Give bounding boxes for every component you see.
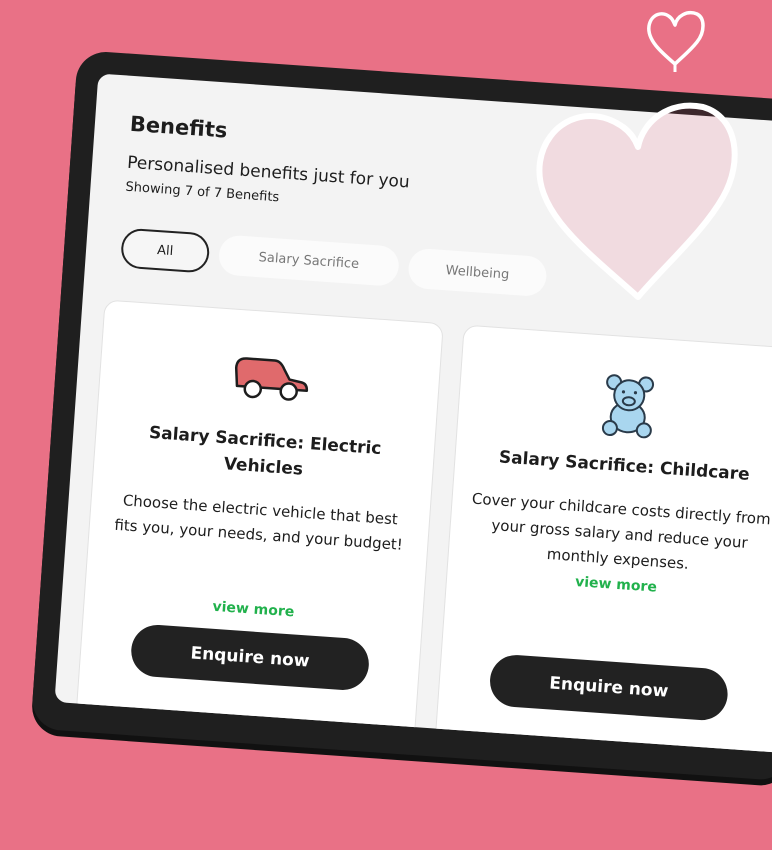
benefit-card-electric-vehicles: Salary Sacrifice: Electric Vehicles Choo…	[75, 299, 444, 740]
heart-small-icon	[647, 11, 705, 72]
card-description: Cover your childcare costs directly from…	[471, 489, 772, 573]
filter-salary-sacrifice[interactable]: Salary Sacrifice	[217, 234, 401, 287]
card-title: Salary Sacrifice: Childcare	[498, 447, 751, 485]
filter-tabs: All Salary Sacrifice Wellbeing	[119, 227, 548, 298]
card-title: Salary Sacrifice: Electric Vehicles	[148, 422, 382, 480]
teddy-bear-icon	[458, 362, 772, 445]
card-description: Choose the electric vehicle that best fi…	[113, 491, 404, 554]
filter-wellbeing[interactable]: Wellbeing	[407, 247, 548, 298]
filter-all[interactable]: All	[119, 227, 211, 274]
benefits-count: Showing 7 of 7 Benefits	[125, 179, 280, 206]
heart-outline-icon	[536, 102, 738, 300]
view-more-link[interactable]: view more	[84, 590, 422, 630]
car-icon	[99, 336, 440, 419]
enquire-now-button[interactable]: Enquire now	[488, 653, 730, 722]
page-title: Benefits	[129, 111, 229, 143]
benefit-card-childcare: Salary Sacrifice: Childcare Cover your c…	[434, 324, 772, 755]
enquire-now-button[interactable]: Enquire now	[129, 623, 371, 692]
